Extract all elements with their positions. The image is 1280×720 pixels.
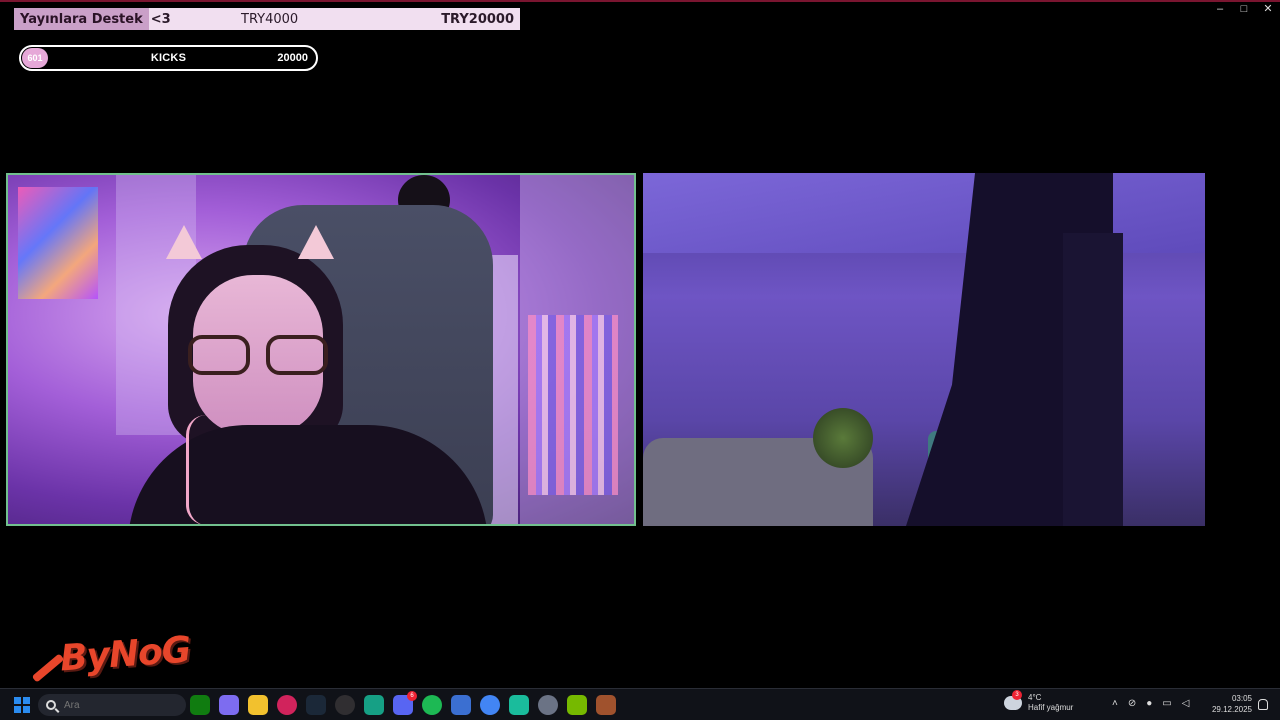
copilot-icon[interactable] [219, 695, 239, 715]
search-icon [46, 700, 56, 710]
cloud-icon: 3 [1004, 690, 1022, 710]
pinned-apps: 6 [190, 691, 616, 715]
minimize-button[interactable]: – [1214, 3, 1226, 15]
donation-heart: <3 [150, 11, 171, 27]
taskbar-search[interactable] [38, 694, 186, 716]
discord-icon[interactable]: 6 [393, 691, 417, 715]
taskbar-clock[interactable]: 03:05 29.12.2025 [1210, 693, 1252, 715]
system-tray: ˄ ⊘ ● ▭ ◁ [1112, 698, 1189, 709]
donation-current-amount: TRY4000 [241, 11, 299, 27]
start-button[interactable] [14, 697, 30, 713]
search-input[interactable] [64, 699, 164, 711]
window-controls: – □ ✕ [1214, 3, 1274, 15]
kicks-goal-widget: 601 KICKS 20000 [19, 45, 318, 71]
logo-text: ByNoG [58, 629, 192, 680]
weather-badge: 3 [1012, 690, 1022, 700]
chrome-icon[interactable] [480, 695, 500, 715]
person-arm [1063, 233, 1123, 526]
spotify-icon[interactable] [422, 695, 442, 715]
close-button[interactable]: ✕ [1262, 3, 1274, 15]
obs-icon[interactable] [335, 695, 355, 715]
settings-icon[interactable] [538, 695, 558, 715]
app-icon[interactable] [451, 695, 471, 715]
nvidia-icon[interactable] [567, 695, 587, 715]
clock-time: 03:05 [1231, 694, 1252, 703]
discord-badge: 6 [407, 691, 417, 701]
donation-target-amount: TRY20000 [441, 11, 514, 27]
plant [813, 408, 873, 468]
discord-ptb-icon[interactable] [509, 695, 529, 715]
headset-cable [186, 415, 226, 524]
microphone-icon[interactable]: ● [1146, 698, 1152, 709]
kicks-title: KICKS [150, 52, 187, 64]
discord-canary-icon[interactable] [364, 695, 384, 715]
taskbar: 6 3 4°C Hafif yağmur ˄ ⊘ ● ▭ ◁ 03:05 29.… [0, 688, 1280, 720]
glasses [188, 335, 328, 379]
network-off-icon[interactable]: ⊘ [1128, 698, 1136, 709]
notification-icon[interactable] [1258, 699, 1268, 710]
wall-poster [18, 187, 98, 299]
weather-temp: 4°C [1028, 693, 1042, 702]
webcam-room [643, 173, 1205, 526]
steam-icon[interactable] [306, 695, 326, 715]
donation-goal-label: Yayınlara Destek [14, 8, 149, 30]
donation-goal-bar: Yayınlara Destek <3 TRY4000 TRY20000 [14, 8, 520, 30]
winrar-icon[interactable] [596, 695, 616, 715]
weather-desc: Hafif yağmur [1028, 703, 1074, 712]
channel-logo: ByNoG [30, 628, 200, 694]
weather-widget[interactable]: 3 4°C Hafif yağmur [1004, 690, 1074, 713]
kicks-goal-value: 20000 [277, 52, 308, 64]
maximize-button[interactable]: □ [1238, 3, 1250, 15]
volume-icon[interactable]: ◁ [1182, 698, 1190, 709]
cat-ear-right [298, 225, 334, 259]
chevron-up-icon[interactable]: ˄ [1112, 698, 1118, 709]
webcam-streamer [6, 173, 636, 526]
shelf-items [528, 315, 618, 495]
cat-ear-left [166, 225, 202, 259]
opera-gx-icon[interactable] [277, 695, 297, 715]
file-explorer-icon[interactable] [248, 695, 268, 715]
display-icon[interactable]: ▭ [1162, 698, 1171, 709]
clock-date: 29.12.2025 [1211, 705, 1252, 714]
xbox-icon[interactable] [190, 695, 210, 715]
